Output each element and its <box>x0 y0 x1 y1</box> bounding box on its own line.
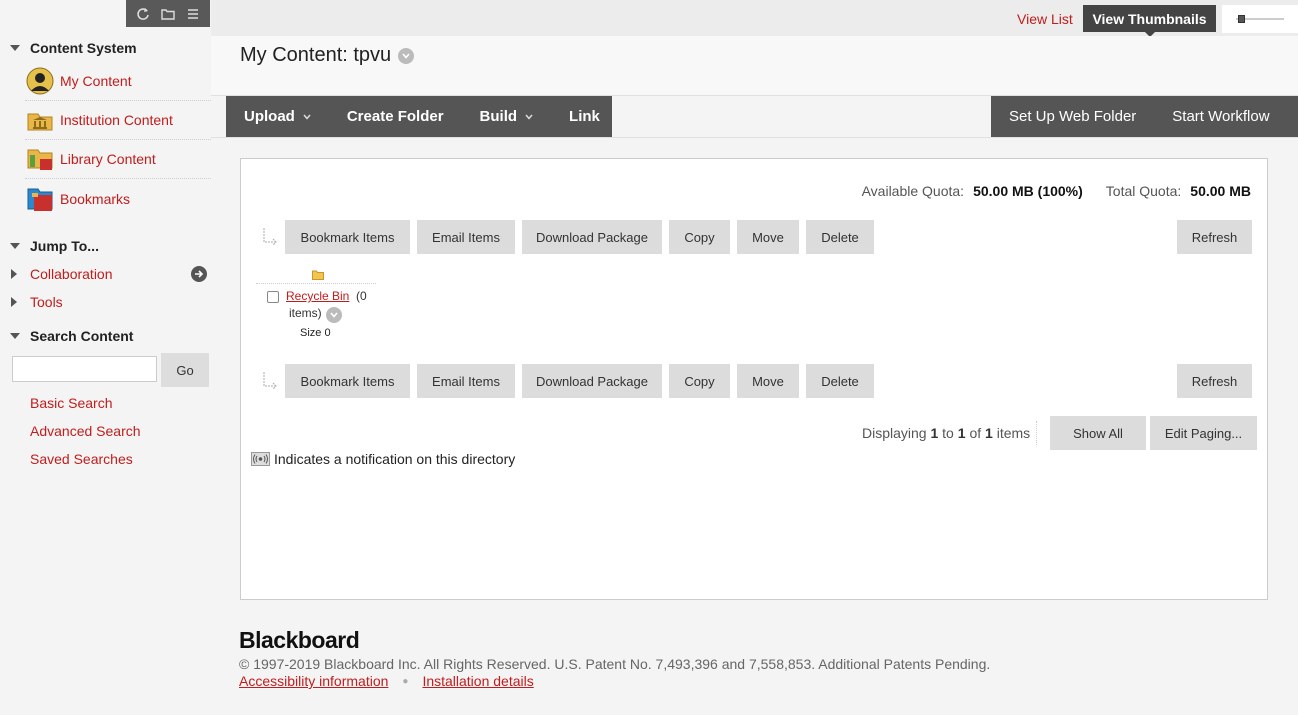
caret-right-icon <box>11 269 17 279</box>
link-button[interactable]: Link <box>551 96 618 137</box>
content-system-heading[interactable]: Content System <box>0 36 137 60</box>
download-package-button[interactable]: Download Package <box>522 364 662 398</box>
refresh-button[interactable]: Refresh <box>1177 364 1252 398</box>
jump-to-collaboration[interactable]: Collaboration <box>0 261 211 287</box>
blackboard-logo: Blackboard <box>239 627 360 653</box>
refresh-icon[interactable] <box>132 3 154 25</box>
search-content-heading[interactable]: Search Content <box>0 324 133 348</box>
refresh-button[interactable]: Refresh <box>1177 220 1252 254</box>
advanced-search-link[interactable]: Advanced Search <box>30 423 141 439</box>
create-folder-button[interactable]: Create Folder <box>329 96 462 137</box>
caret-right-icon <box>11 297 17 307</box>
thumbnail-size-slider <box>1222 5 1298 33</box>
sidebar-item-label: My Content <box>60 73 132 89</box>
file-actions-top: Bookmark Items Email Items Download Pack… <box>241 220 1267 254</box>
paging-status: Displaying 1 to 1 of 1 items <box>862 425 1031 441</box>
caret-down-icon <box>10 45 20 51</box>
sidebar-item-my-content[interactable]: My Content <box>25 62 211 101</box>
selection-arrow-icon <box>263 228 277 246</box>
move-button[interactable]: Move <box>737 220 799 254</box>
jump-to-heading[interactable]: Jump To... <box>0 234 99 258</box>
search-input[interactable] <box>12 356 157 382</box>
notification-icon <box>251 452 270 466</box>
divider <box>1036 421 1037 445</box>
go-button[interactable]: Go <box>161 353 209 387</box>
item-count: (0 <box>356 289 367 303</box>
institution-icon <box>25 105 55 135</box>
item-checkbox[interactable] <box>267 291 279 303</box>
item-count-suffix: items) <box>289 306 322 320</box>
list-icon[interactable] <box>182 3 204 25</box>
page-title: My Content: tpvu <box>240 44 415 67</box>
content-panel: Available Quota: 50.00 MB (100%) Total Q… <box>240 158 1268 600</box>
installation-details-link[interactable]: Installation details <box>422 673 533 689</box>
separator-dot: ● <box>402 675 409 687</box>
delete-button[interactable]: Delete <box>806 220 874 254</box>
available-quota-value: 50.00 MB (100%) <box>973 183 1083 199</box>
title-area: My Content: tpvu <box>211 36 1298 96</box>
selection-arrow-icon <box>263 372 277 390</box>
sidebar-item-institution-content[interactable]: Institution Content <box>25 101 211 140</box>
slider-handle[interactable] <box>1238 15 1245 23</box>
item-options-chevron-icon[interactable] <box>326 307 342 323</box>
item-size: Size 0 <box>300 327 331 339</box>
chevron-down-icon <box>525 114 533 120</box>
edit-paging-button[interactable]: Edit Paging... <box>1150 416 1257 450</box>
total-quota-value: 50.00 MB <box>1190 183 1251 199</box>
title-options-chevron-icon[interactable] <box>398 47 415 64</box>
bookmark-items-button[interactable]: Bookmark Items <box>285 220 410 254</box>
sidebar-item-label: Institution Content <box>60 112 173 128</box>
file-actions-bottom: Bookmark Items Email Items Download Pack… <box>241 364 1267 398</box>
basic-search-link[interactable]: Basic Search <box>30 395 112 411</box>
user-avatar-icon <box>25 66 55 96</box>
sidebar-toolbar <box>126 0 210 27</box>
email-items-button[interactable]: Email Items <box>417 364 515 398</box>
jump-to-tools[interactable]: Tools <box>0 289 211 315</box>
build-menu-button[interactable]: Build <box>462 96 552 137</box>
sidebar-item-library-content[interactable]: Library Content <box>25 140 211 179</box>
folder-icon <box>312 270 324 280</box>
sidebar-item-bookmarks[interactable]: Bookmarks <box>25 179 211 218</box>
upload-menu-button[interactable]: Upload <box>226 96 329 137</box>
move-button[interactable]: Move <box>737 364 799 398</box>
download-package-button[interactable]: Download Package <box>522 220 662 254</box>
file-item-recycle-bin: Recycle Bin (0 items) Size 0 <box>256 267 376 347</box>
copy-button[interactable]: Copy <box>669 364 730 398</box>
copy-button[interactable]: Copy <box>669 220 730 254</box>
email-items-button[interactable]: Email Items <box>417 220 515 254</box>
action-bar: Upload Create Folder Build Link <box>226 96 612 137</box>
library-icon <box>25 144 55 174</box>
recycle-bin-link[interactable]: Recycle Bin <box>286 289 349 303</box>
copyright-text: © 1997-2019 Blackboard Inc. All Rights R… <box>239 656 991 672</box>
action-bar-secondary: Set Up Web Folder Start Workflow <box>991 96 1298 137</box>
chevron-down-icon <box>303 114 311 120</box>
folder-icon[interactable] <box>157 3 179 25</box>
bookmarks-icon <box>25 184 55 214</box>
start-workflow-button[interactable]: Start Workflow <box>1154 96 1287 137</box>
sidebar: Content System My Content Institution Co… <box>0 0 211 715</box>
bookmark-items-button[interactable]: Bookmark Items <box>285 364 410 398</box>
view-thumbnails-button[interactable]: View Thumbnails <box>1083 5 1216 37</box>
go-arrow-icon[interactable] <box>191 266 207 282</box>
show-all-button[interactable]: Show All <box>1050 416 1146 450</box>
caret-down-icon <box>10 243 20 249</box>
sidebar-item-label: Bookmarks <box>60 190 131 207</box>
delete-button[interactable]: Delete <box>806 364 874 398</box>
quota-info: Available Quota: 50.00 MB (100%) Total Q… <box>861 183 1251 199</box>
set-up-web-folder-button[interactable]: Set Up Web Folder <box>991 96 1154 137</box>
notification-legend: Indicates a notification on this directo… <box>251 451 515 467</box>
footer-links: Accessibility information ● Installation… <box>239 673 534 689</box>
saved-searches-link[interactable]: Saved Searches <box>30 451 133 467</box>
view-list-link[interactable]: View List <box>1017 11 1073 27</box>
sidebar-item-label: Library Content <box>60 151 156 167</box>
accessibility-information-link[interactable]: Accessibility information <box>239 673 388 689</box>
caret-down-icon <box>10 333 20 339</box>
